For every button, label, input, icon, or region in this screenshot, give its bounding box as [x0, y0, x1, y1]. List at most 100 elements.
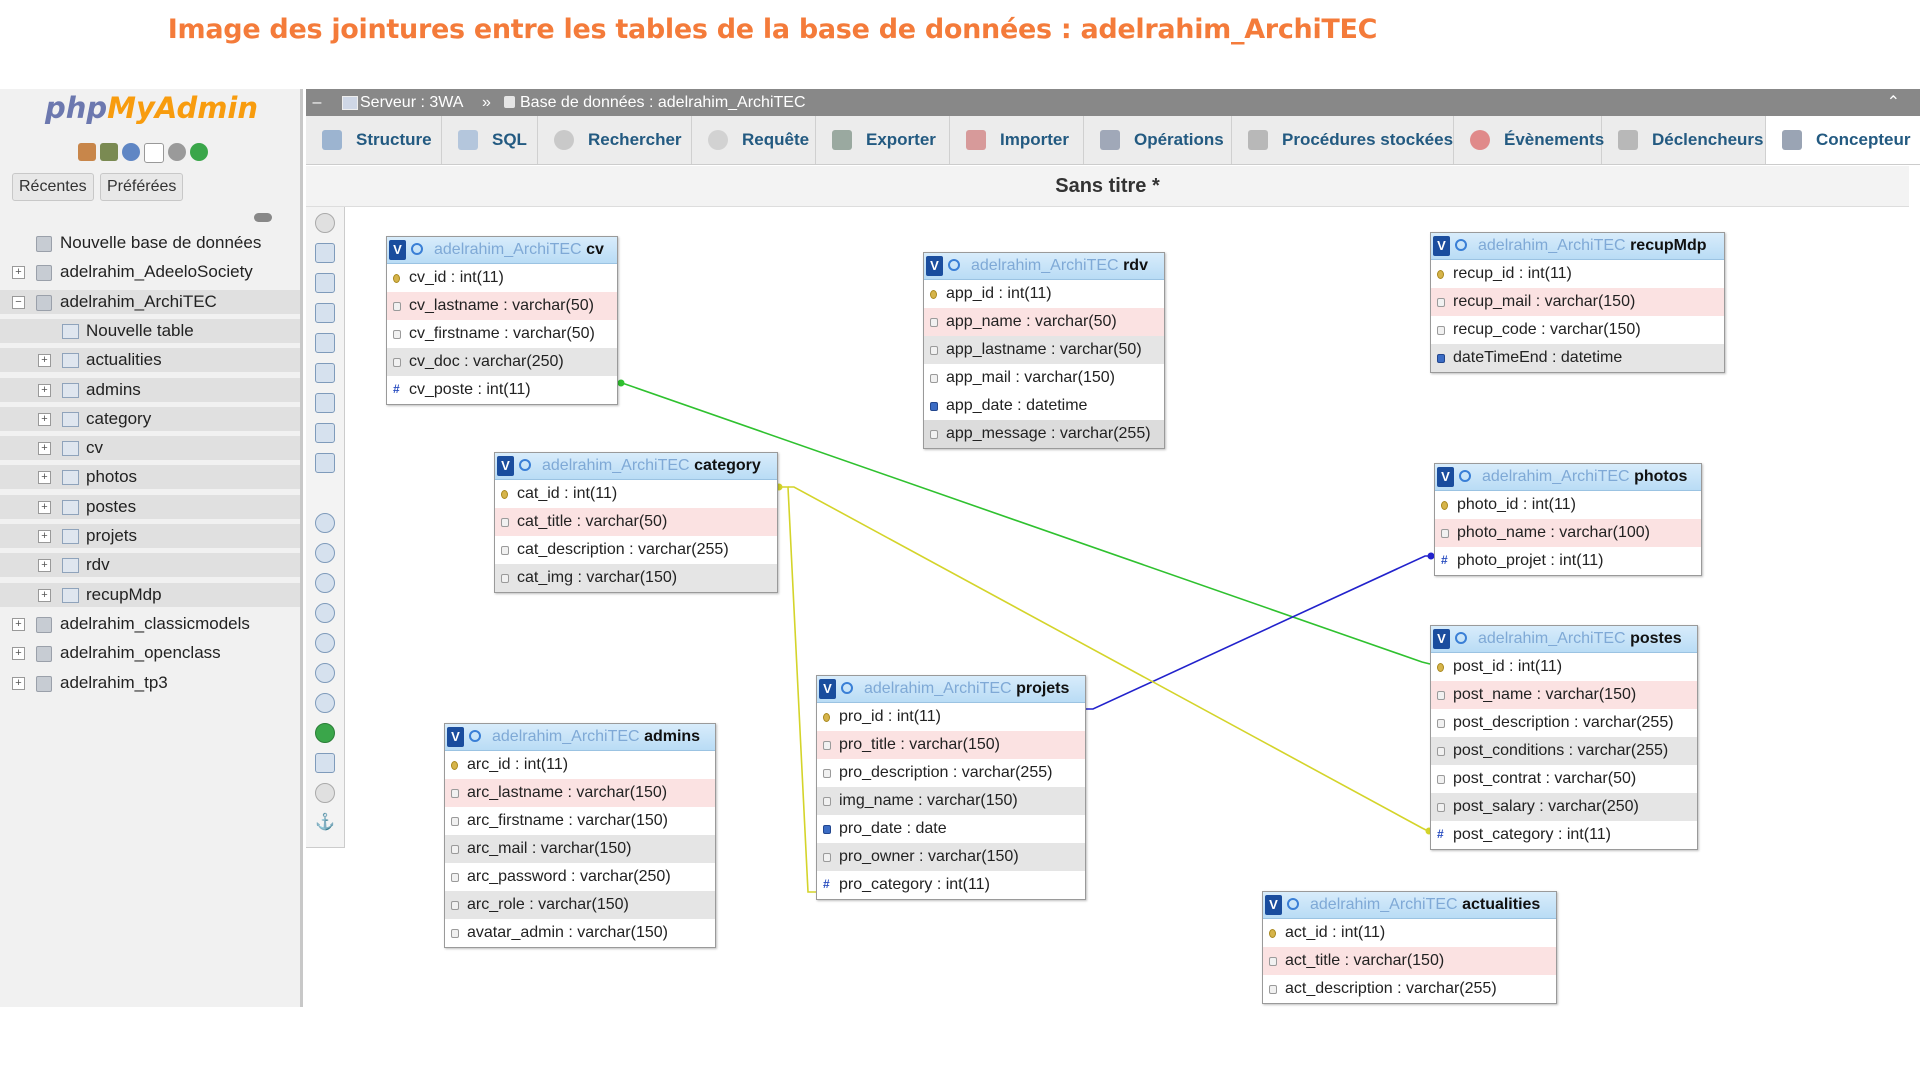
tab-import[interactable]: Importer: [950, 116, 1084, 164]
table-column[interactable]: post_id : int(11): [1431, 653, 1697, 681]
toggle-columns-icon[interactable]: V: [389, 240, 406, 260]
table-column[interactable]: post_salary : varchar(250): [1431, 793, 1697, 821]
link-icon[interactable]: [254, 213, 272, 222]
table-column[interactable]: arc_password : varchar(250): [445, 863, 715, 891]
tab-search[interactable]: Rechercher: [538, 116, 692, 164]
nav-item[interactable]: + admins: [0, 377, 300, 402]
table-column[interactable]: avatar_admin : varchar(150): [445, 919, 715, 947]
expand-icon[interactable]: +: [38, 471, 51, 485]
save-as-icon[interactable]: [315, 393, 335, 413]
expand-icon[interactable]: +: [12, 266, 25, 280]
table-column[interactable]: app_lastname : varchar(50): [924, 336, 1164, 364]
table-actualities[interactable]: Vadelrahim_ArchiTEC actualities act_id : …: [1262, 891, 1557, 1004]
table-cv[interactable]: Vadelrahim_ArchiTEC cv cv_id : int(11) cv_…: [386, 236, 618, 405]
nav-item[interactable]: + postes: [0, 494, 300, 519]
favorites-button[interactable]: Préférées: [100, 173, 184, 201]
table-column[interactable]: cat_title : varchar(50): [495, 508, 777, 536]
nav-item[interactable]: + photos: [0, 465, 300, 490]
table-header[interactable]: Vadelrahim_ArchiTEC postes: [1431, 626, 1697, 653]
toggle-columns-icon[interactable]: V: [1437, 467, 1454, 487]
expand-icon[interactable]: +: [38, 442, 51, 456]
gear-icon[interactable]: [1287, 898, 1299, 910]
expand-icon[interactable]: +: [38, 588, 51, 602]
table-rdv[interactable]: Vadelrahim_ArchiTEC rdv app_id : int(11) a…: [923, 252, 1165, 449]
expand-icon[interactable]: +: [12, 676, 25, 690]
table-category[interactable]: Vadelrahim_ArchiTEC category cat_id : int…: [494, 452, 778, 593]
build-query-icon[interactable]: [315, 783, 335, 803]
table-postes[interactable]: Vadelrahim_ArchiTEC postes post_id : int(…: [1430, 625, 1698, 850]
reload-icon[interactable]: [190, 143, 208, 161]
tab-structure[interactable]: Structure: [306, 116, 442, 164]
nav-item[interactable]: + adelrahim_AdeeloSociety: [0, 260, 300, 284]
gear-icon[interactable]: [1459, 470, 1471, 482]
nav-item[interactable]: + adelrahim_tp3: [0, 671, 300, 695]
table-column[interactable]: post_conditions : varchar(255): [1431, 737, 1697, 765]
small-big-icon[interactable]: [315, 663, 335, 683]
toggle-icon[interactable]: [315, 693, 335, 713]
table-column[interactable]: pro_title : varchar(150): [817, 731, 1085, 759]
table-header[interactable]: Vadelrahim_ArchiTEC admins: [445, 724, 715, 751]
toggle-menu-icon[interactable]: [315, 213, 335, 233]
table-column[interactable]: arc_lastname : varchar(150): [445, 779, 715, 807]
table-column[interactable]: app_name : varchar(50): [924, 308, 1164, 336]
expand-icon[interactable]: +: [38, 500, 51, 514]
nav-item[interactable]: + cv: [0, 436, 300, 461]
table-header[interactable]: Vadelrahim_ArchiTEC actualities: [1263, 892, 1556, 919]
expand-icon[interactable]: +: [38, 383, 51, 397]
breadcrumb-database[interactable]: Base de données : adelrahim_ArchiTEC: [520, 89, 806, 116]
gear-icon[interactable]: [841, 682, 853, 694]
table-column[interactable]: arc_id : int(11): [445, 751, 715, 779]
nav-item[interactable]: + category: [0, 406, 300, 431]
table-header[interactable]: Vadelrahim_ArchiTEC projets: [817, 676, 1085, 703]
toggle-columns-icon[interactable]: V: [926, 256, 943, 276]
table-column[interactable]: post_description : varchar(255): [1431, 709, 1697, 737]
scroll-top-icon[interactable]: ⌃: [1887, 89, 1900, 116]
table-column[interactable]: recup_mail : varchar(150): [1431, 288, 1724, 316]
open-page-icon[interactable]: [315, 333, 335, 353]
table-column[interactable]: act_description : varchar(255): [1263, 975, 1556, 1003]
expand-icon[interactable]: +: [38, 412, 51, 426]
expand-icon[interactable]: −: [12, 295, 25, 309]
table-column[interactable]: arc_role : varchar(150): [445, 891, 715, 919]
tab-triggers[interactable]: Déclencheurs: [1602, 116, 1766, 164]
grid-icon[interactable]: [315, 633, 335, 653]
nav-item[interactable]: Nouvelle table: [0, 318, 300, 343]
nav-item[interactable]: + actualities: [0, 348, 300, 373]
save-icon[interactable]: [315, 363, 335, 383]
table-column[interactable]: photo_name : varchar(100): [1435, 519, 1701, 547]
toggle-columns-icon[interactable]: V: [1433, 629, 1450, 649]
docs-icon[interactable]: [144, 143, 164, 163]
toggle-columns-icon[interactable]: V: [497, 456, 514, 476]
help-icon[interactable]: [315, 573, 335, 593]
table-column[interactable]: dateTimeEnd : datetime: [1431, 344, 1724, 372]
tab-operations[interactable]: Opérations: [1084, 116, 1232, 164]
table-column[interactable]: cat_description : varchar(255): [495, 536, 777, 564]
tab-events[interactable]: Évènements: [1454, 116, 1604, 164]
tab-export[interactable]: Exporter: [816, 116, 950, 164]
gear-icon[interactable]: [168, 143, 186, 161]
relation-lines-icon[interactable]: [315, 723, 335, 743]
table-photos[interactable]: Vadelrahim_ArchiTEC photos photo_id : int…: [1434, 463, 1702, 576]
table-projets[interactable]: Vadelrahim_ArchiTEC projets pro_id : int(…: [816, 675, 1086, 900]
delete-page-icon[interactable]: [315, 423, 335, 443]
table-column[interactable]: post_contrat : varchar(50): [1431, 765, 1697, 793]
nav-item[interactable]: + projets: [0, 524, 300, 548]
create-table-icon[interactable]: [315, 453, 335, 473]
tab-stored-procedures[interactable]: Procédures stockées: [1232, 116, 1454, 164]
table-column[interactable]: cv_id : int(11): [387, 264, 617, 292]
table-header[interactable]: Vadelrahim_ArchiTEC cv: [387, 237, 617, 264]
table-column[interactable]: arc_mail : varchar(150): [445, 835, 715, 863]
table-column[interactable]: recup_id : int(11): [1431, 260, 1724, 288]
table-header[interactable]: Vadelrahim_ArchiTEC recupMdp: [1431, 233, 1724, 260]
toggle-columns-icon[interactable]: V: [819, 679, 836, 699]
expand-icon[interactable]: +: [38, 530, 51, 543]
nav-item[interactable]: + rdv: [0, 553, 300, 578]
expand-icon[interactable]: +: [12, 647, 25, 661]
expand-icon[interactable]: +: [12, 617, 25, 631]
nav-item[interactable]: + adelrahim_classicmodels: [0, 612, 300, 636]
gear-icon[interactable]: [411, 243, 423, 255]
toggle-columns-icon[interactable]: V: [1265, 895, 1282, 915]
table-admins[interactable]: Vadelrahim_ArchiTEC admins arc_id : int(1…: [444, 723, 716, 948]
toggle-columns-icon[interactable]: V: [447, 727, 464, 747]
nav-item[interactable]: + recupMdp: [0, 582, 300, 607]
